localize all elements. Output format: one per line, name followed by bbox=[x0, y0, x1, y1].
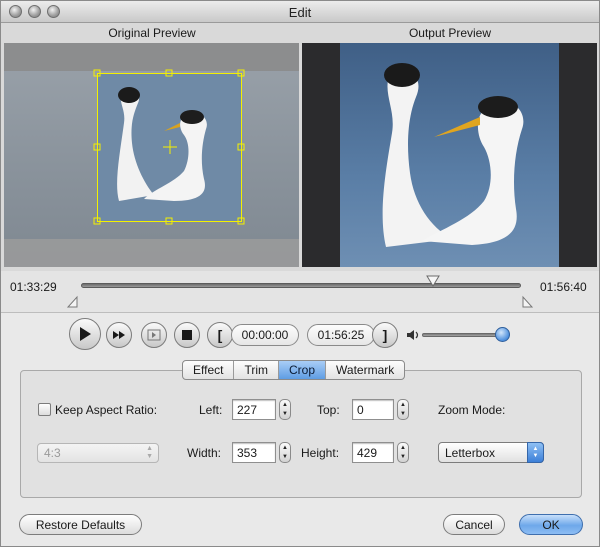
keep-aspect-ratio-checkbox[interactable] bbox=[38, 403, 51, 416]
width-input[interactable]: 353 bbox=[232, 442, 276, 463]
edit-window: Edit Original Preview Output Preview 01:… bbox=[0, 0, 600, 547]
tab-crop[interactable]: Crop bbox=[279, 361, 327, 379]
height-input[interactable]: 429 bbox=[352, 442, 394, 463]
output-preview-label: Output Preview bbox=[408, 26, 492, 40]
stepper-up-icon: ▲ bbox=[400, 444, 406, 451]
stop-icon bbox=[182, 330, 192, 340]
mark-out-button[interactable]: ] bbox=[372, 322, 398, 348]
width-label: Width: bbox=[187, 446, 222, 460]
select-arrows-icon: ▲ ▼ bbox=[146, 445, 153, 460]
fast-forward-icon bbox=[113, 331, 125, 339]
zoom-mode-value: Letterbox bbox=[445, 446, 496, 460]
stepper-down-icon: ▼ bbox=[282, 454, 288, 461]
fast-forward-button[interactable] bbox=[106, 322, 132, 348]
stepper-up-icon: ▲ bbox=[400, 401, 406, 408]
keep-aspect-ratio-label: Keep Aspect Ratio: bbox=[55, 403, 158, 417]
title-bar: Edit bbox=[1, 1, 599, 23]
next-frame-icon bbox=[147, 329, 161, 341]
left-label: Left: bbox=[199, 403, 223, 417]
select-arrows-icon: ▲ ▼ bbox=[527, 442, 544, 463]
top-input[interactable]: 0 bbox=[352, 399, 394, 420]
next-frame-button[interactable] bbox=[141, 322, 167, 348]
left-stepper[interactable]: ▲ ▼ bbox=[279, 399, 291, 420]
zoom-mode-select[interactable]: Letterbox ▲ ▼ bbox=[438, 442, 544, 463]
stepper-up-icon: ▲ bbox=[282, 401, 288, 408]
playhead-handle[interactable] bbox=[426, 275, 440, 287]
play-icon bbox=[80, 327, 91, 341]
width-stepper[interactable]: ▲ ▼ bbox=[279, 442, 291, 463]
tab-trim[interactable]: Trim bbox=[234, 361, 280, 379]
left-input[interactable]: 227 bbox=[232, 399, 276, 420]
volume-slider-knob[interactable] bbox=[494, 327, 510, 342]
output-video-frame bbox=[302, 43, 597, 267]
mark-in-button[interactable]: [ bbox=[207, 322, 233, 348]
aspect-ratio-value: 4:3 bbox=[44, 446, 61, 460]
window-title: Edit bbox=[288, 5, 312, 20]
tab-effect[interactable]: Effect bbox=[183, 361, 235, 379]
crop-settings-panel bbox=[20, 370, 582, 498]
height-stepper[interactable]: ▲ ▼ bbox=[397, 442, 409, 463]
restore-defaults-button[interactable]: Restore Defaults bbox=[19, 514, 142, 535]
stepper-down-icon: ▼ bbox=[282, 411, 288, 418]
zoom-mode-label: Zoom Mode: bbox=[438, 403, 506, 417]
trim-end-marker[interactable] bbox=[521, 295, 533, 308]
original-preview-label: Original Preview bbox=[108, 26, 196, 40]
timeline-track[interactable] bbox=[81, 283, 521, 288]
volume-icon bbox=[407, 330, 419, 340]
stepper-down-icon: ▼ bbox=[400, 411, 406, 418]
ok-button[interactable]: OK bbox=[519, 514, 583, 535]
playback-controls: [ 00:00:00 01:56:25 ] bbox=[1, 314, 599, 354]
original-preview-pane[interactable] bbox=[4, 43, 299, 267]
top-label: Top: bbox=[317, 403, 340, 417]
cancel-button[interactable]: Cancel bbox=[443, 514, 505, 535]
volume-slider-track[interactable] bbox=[422, 333, 506, 337]
stepper-down-icon: ▼ bbox=[400, 454, 406, 461]
original-video-frame bbox=[4, 43, 299, 267]
preview-area: Original Preview Output Preview bbox=[1, 23, 599, 271]
timeline-start-time: 01:33:29 bbox=[10, 280, 57, 294]
mark-out-time-field[interactable]: 01:56:25 bbox=[307, 324, 375, 346]
top-stepper[interactable]: ▲ ▼ bbox=[397, 399, 409, 420]
current-time-field[interactable]: 00:00:00 bbox=[231, 324, 299, 346]
timeline-area: 01:33:29 01:56:40 bbox=[1, 271, 599, 313]
play-button[interactable] bbox=[69, 318, 101, 350]
output-preview-pane bbox=[302, 43, 597, 267]
height-label: Height: bbox=[301, 446, 340, 460]
trim-start-marker[interactable] bbox=[67, 295, 79, 308]
stop-button[interactable] bbox=[174, 322, 200, 348]
aspect-ratio-select: 4:3 ▲ ▼ bbox=[37, 443, 159, 463]
timeline-end-time: 01:56:40 bbox=[540, 280, 587, 294]
tab-watermark[interactable]: Watermark bbox=[326, 361, 404, 379]
stepper-up-icon: ▲ bbox=[282, 444, 288, 451]
edit-tabs: Effect Trim Crop Watermark bbox=[182, 360, 406, 380]
